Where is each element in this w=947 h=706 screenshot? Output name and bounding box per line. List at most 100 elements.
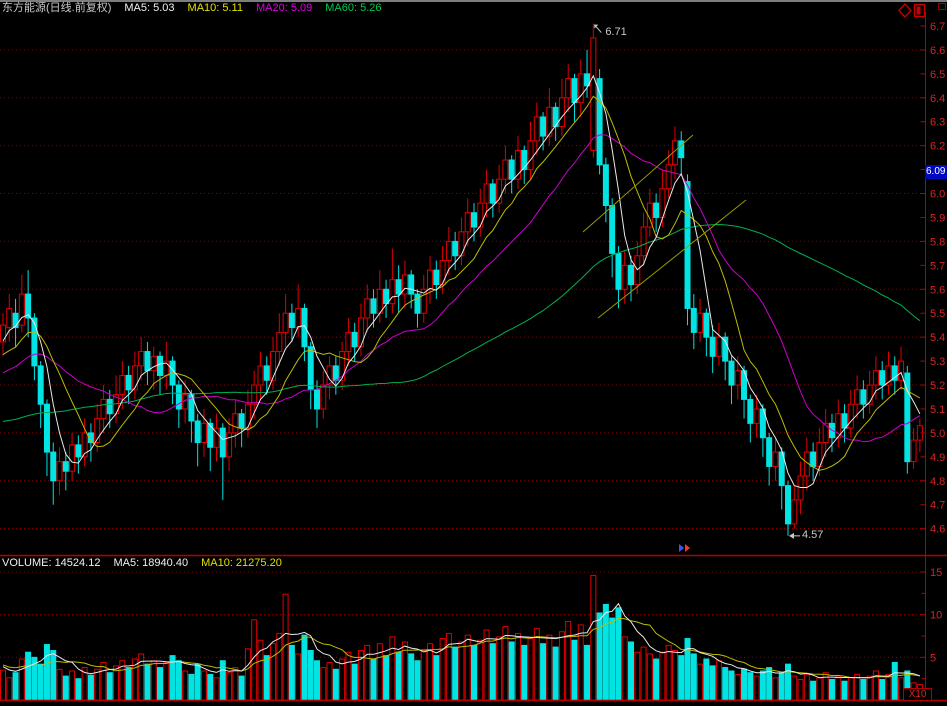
candle-body xyxy=(572,79,577,103)
ma20-value-label: MA20: 5.09 xyxy=(256,2,312,14)
volume-bar xyxy=(597,613,602,700)
volume-bar xyxy=(277,633,282,700)
volume-bar xyxy=(647,654,652,700)
candle-body xyxy=(786,486,791,524)
volume-bar xyxy=(585,645,590,700)
candle-body xyxy=(472,213,477,227)
price-tick-label: 4.9 xyxy=(930,452,945,464)
candle-body xyxy=(220,428,225,457)
volume-bar xyxy=(767,668,772,700)
volume-bar xyxy=(541,644,546,700)
volume-bar xyxy=(340,659,345,700)
volume-bar xyxy=(591,575,596,700)
volume-bar xyxy=(892,662,897,700)
candle-body xyxy=(296,308,301,327)
price-ma10-line xyxy=(3,96,920,470)
corner-close-icon[interactable] xyxy=(939,4,946,10)
volume-bar xyxy=(804,674,809,700)
candle-body xyxy=(446,241,451,260)
price-tick-label: 5.5 xyxy=(930,308,945,320)
volume-bar xyxy=(716,661,721,700)
candle-body xyxy=(541,117,546,136)
volume-bar xyxy=(446,633,451,700)
volume-bar xyxy=(51,651,56,700)
low-arrow-head xyxy=(789,533,794,539)
volume-bar xyxy=(296,654,301,700)
volume-bar xyxy=(302,635,307,700)
volume-bar xyxy=(610,618,615,700)
volume-bar xyxy=(289,645,294,700)
candle-body xyxy=(57,462,62,481)
candle-body xyxy=(691,308,696,332)
diamond-window-icon[interactable] xyxy=(899,4,911,17)
volume-bar xyxy=(95,669,100,700)
pager-arrow-red[interactable] xyxy=(685,544,690,552)
candle-body xyxy=(390,280,395,304)
candle-body xyxy=(132,366,137,390)
volume-bar xyxy=(57,669,62,700)
candle-body xyxy=(559,98,564,127)
candle-body xyxy=(409,275,414,294)
volume-bar xyxy=(38,664,43,700)
candle-body xyxy=(227,433,232,457)
candle-body xyxy=(233,414,238,433)
candle-body xyxy=(811,452,816,466)
price-tick-label: 5.7 xyxy=(930,260,945,272)
candle-body xyxy=(459,232,464,256)
price-tick-label: 4.8 xyxy=(930,476,945,488)
volume-bar xyxy=(201,671,206,700)
candle-body xyxy=(302,308,307,346)
candle-body xyxy=(603,165,608,206)
low-price-annotation: 4.57 xyxy=(802,529,823,541)
candle-body xyxy=(792,500,797,524)
candle-body xyxy=(371,299,376,313)
candle-body xyxy=(490,184,495,203)
price-tick-label: 6.2 xyxy=(930,141,945,153)
volume-bar xyxy=(151,661,156,700)
volume-bar xyxy=(239,676,244,700)
candle-body xyxy=(855,390,860,404)
candle-body xyxy=(38,366,43,404)
volume-bar xyxy=(164,662,169,700)
volume-tick-label: 10 xyxy=(930,610,942,622)
volume-bar xyxy=(515,633,520,700)
volume-bar xyxy=(421,651,426,700)
volume-bar xyxy=(566,621,571,700)
volume-bar xyxy=(729,671,734,700)
candle-body xyxy=(735,371,740,385)
volume-bar xyxy=(271,644,276,700)
volume-bar xyxy=(352,664,357,700)
volume-bar xyxy=(484,630,489,700)
candle-body xyxy=(151,356,156,370)
trend-lines[interactable] xyxy=(583,135,746,318)
price-tick-label: 5.6 xyxy=(930,284,945,296)
pager-icon[interactable] xyxy=(679,544,690,552)
candle-body xyxy=(484,184,489,203)
candle-body xyxy=(880,371,885,385)
price-tick-label: 4.7 xyxy=(930,500,945,512)
volume-bar xyxy=(390,637,395,700)
volume-tick-label: 5 xyxy=(930,652,936,664)
candle-body xyxy=(126,375,131,389)
stock-chart-app: { "header": { "title": "东方能源(日线.前复权)", "… xyxy=(0,0,947,706)
kline-chart-canvas[interactable]: 6.76.66.56.46.36.26.16.05.95.85.75.65.55… xyxy=(0,0,947,706)
candle-body xyxy=(767,438,772,467)
restore-window-icon-fill xyxy=(917,7,921,15)
volume-bar xyxy=(635,652,640,700)
volume-bar xyxy=(836,676,841,700)
candle-body xyxy=(503,160,508,179)
price-tick-label: 6.3 xyxy=(930,117,945,129)
pager-arrow-blue[interactable] xyxy=(679,544,684,552)
candle-body xyxy=(63,462,68,472)
candle-body xyxy=(346,332,351,351)
volume-bar xyxy=(886,674,891,700)
volume-bar xyxy=(622,637,627,700)
volume-bar xyxy=(371,659,376,700)
candle-body xyxy=(321,385,326,409)
volume-bar xyxy=(842,681,847,700)
volume-ma10-label: MA10: 21275.20 xyxy=(201,557,282,570)
candle-body xyxy=(277,332,282,351)
candle-body xyxy=(44,404,49,452)
ma5-value-label: MA5: 5.03 xyxy=(124,2,174,14)
volume-bar xyxy=(829,680,834,700)
